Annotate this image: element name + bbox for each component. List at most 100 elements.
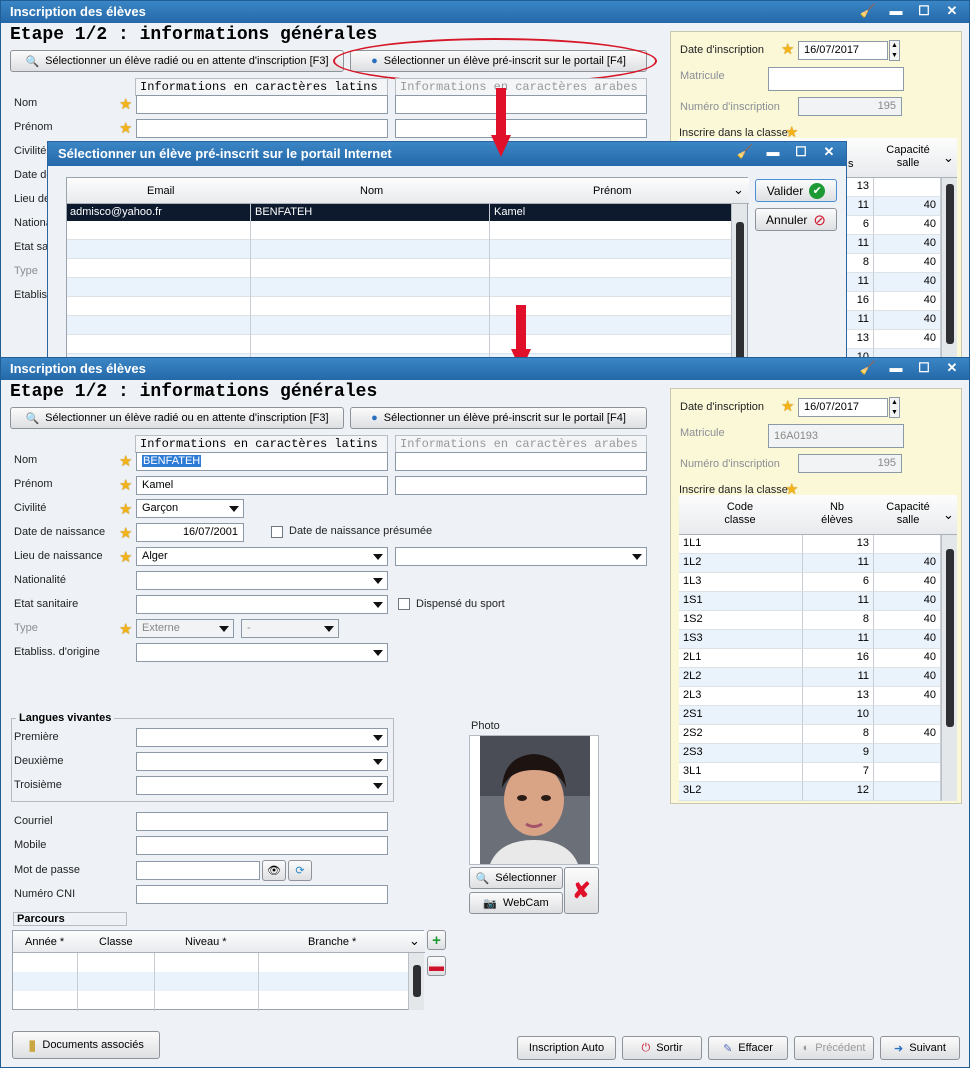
capacite-cell[interactable]: 40 xyxy=(874,630,941,649)
nationalite-select[interactable] xyxy=(136,571,388,590)
capacite-cell[interactable] xyxy=(874,706,941,725)
nb-eleves-cell[interactable]: 16 xyxy=(803,649,874,668)
classe-code-cell[interactable]: 2L3 xyxy=(679,687,803,706)
classe-code-cell[interactable]: 1L2 xyxy=(679,554,803,573)
classe-code-cell[interactable]: 1S3 xyxy=(679,630,803,649)
capacite-cell[interactable]: 40 xyxy=(874,216,941,235)
maximize-icon[interactable]: ☐ xyxy=(913,360,935,377)
classe-code-cell[interactable]: 1S1 xyxy=(679,592,803,611)
show-password-button[interactable]: 👁 xyxy=(262,860,286,881)
spin-icon[interactable]: ▲ ▼ xyxy=(889,397,900,418)
classe-code-cell[interactable]: 1L1 xyxy=(679,535,803,554)
suivant-button[interactable]: ➜ Suivant xyxy=(880,1036,960,1060)
lieu-arabe-select[interactable] xyxy=(395,547,647,566)
nom-field[interactable]: BENFATEH xyxy=(136,452,388,471)
classe-code-cell[interactable]: 2L2 xyxy=(679,668,803,687)
prenom-field[interactable] xyxy=(136,119,388,138)
capacite-cell[interactable] xyxy=(874,744,941,763)
capacite-cell[interactable] xyxy=(874,763,941,782)
close-icon[interactable]: ✕ xyxy=(941,360,963,377)
broom-icon[interactable]: 🧹 xyxy=(734,144,756,161)
nb-eleves-cell[interactable]: 13 xyxy=(803,687,874,706)
nb-eleves-cell[interactable]: 12 xyxy=(803,782,874,801)
prenom-arabe-field[interactable] xyxy=(395,119,647,138)
cni-field[interactable] xyxy=(136,885,388,904)
civilite-select[interactable]: Garçon xyxy=(136,499,244,518)
date-inscription-field[interactable]: 16/07/2017 xyxy=(798,398,888,417)
capacite-cell[interactable] xyxy=(874,535,941,554)
capacite-cell[interactable]: 40 xyxy=(874,592,941,611)
dialog-row-selected[interactable]: admisco@yahoo.fr BENFATEH Kamel xyxy=(67,204,731,221)
add-parcours-button[interactable]: + xyxy=(427,930,446,950)
maximize-icon[interactable]: ☐ xyxy=(913,3,935,20)
delete-photo-button[interactable]: ✘ xyxy=(564,867,599,914)
select-radie-button[interactable]: 🔍 Sélectionner un élève radié ou en atten… xyxy=(10,50,344,72)
column-chooser-icon[interactable]: ⌄ xyxy=(733,182,744,198)
broom-icon[interactable]: 🧹 xyxy=(857,360,879,377)
inscription-auto-button[interactable]: Inscription Auto xyxy=(517,1036,616,1060)
col-branche[interactable]: Branche * xyxy=(308,936,356,948)
nb-eleves-cell[interactable]: 11 xyxy=(803,630,874,649)
dialog-empty-row[interactable] xyxy=(67,316,731,335)
select-radie-button[interactable]: 🔍 Sélectionner un élève radié ou en atten… xyxy=(10,407,344,429)
capacite-cell[interactable]: 40 xyxy=(874,197,941,216)
col-annee[interactable]: Année * xyxy=(25,936,64,948)
classe-code-cell[interactable]: 3L1 xyxy=(679,763,803,782)
prenom-arabe-field[interactable] xyxy=(395,476,647,495)
close-icon[interactable]: ✕ xyxy=(818,144,840,161)
capacite-cell[interactable]: 40 xyxy=(874,292,941,311)
naissance-field[interactable]: 16/07/2001 xyxy=(136,523,244,542)
classe-scrollbar[interactable] xyxy=(941,178,957,357)
classe-code-cell[interactable]: 1L3 xyxy=(679,573,803,592)
date-inscription-field[interactable]: 16/07/2017 xyxy=(798,41,888,60)
capacite-cell[interactable]: 40 xyxy=(874,554,941,573)
nom-field[interactable] xyxy=(136,95,388,114)
dialog-empty-row[interactable] xyxy=(67,297,731,316)
column-chooser-icon[interactable]: ⌄ xyxy=(943,150,954,166)
etablissement-select[interactable] xyxy=(136,643,388,662)
capacite-cell[interactable]: 40 xyxy=(874,649,941,668)
lieu-select[interactable]: Alger xyxy=(136,547,388,566)
nb-eleves-cell[interactable]: 11 xyxy=(803,554,874,573)
capacite-cell[interactable] xyxy=(874,178,941,197)
col-nb[interactable]: Nb élèves xyxy=(817,501,857,527)
sortir-button[interactable]: ⏻ Sortir xyxy=(622,1036,702,1060)
dialog-scrollbar[interactable] xyxy=(731,204,747,360)
col-nom[interactable]: Nom xyxy=(360,185,383,197)
classe-code-cell[interactable]: 2S2 xyxy=(679,725,803,744)
deuxieme-select[interactable] xyxy=(136,752,388,771)
courriel-field[interactable] xyxy=(136,812,388,831)
capacite-cell[interactable]: 40 xyxy=(874,330,941,349)
minimize-icon[interactable]: ▬ xyxy=(762,144,784,161)
capacite-cell[interactable]: 40 xyxy=(874,611,941,630)
mdp-field[interactable] xyxy=(136,861,260,880)
capacite-cell[interactable]: 40 xyxy=(874,273,941,292)
nb-eleves-cell[interactable]: 11 xyxy=(803,592,874,611)
capacite-cell[interactable]: 40 xyxy=(874,668,941,687)
generate-password-button[interactable]: ⟳ xyxy=(288,860,312,881)
nb-eleves-cell[interactable]: 7 xyxy=(803,763,874,782)
dialog-empty-row[interactable] xyxy=(67,335,731,354)
nb-eleves-cell[interactable]: 9 xyxy=(803,744,874,763)
dialog-empty-row[interactable] xyxy=(67,278,731,297)
troisieme-select[interactable] xyxy=(136,776,388,795)
mobile-field[interactable] xyxy=(136,836,388,855)
col-capacite[interactable]: Capacité salle xyxy=(884,501,932,527)
capacite-cell[interactable]: 40 xyxy=(874,311,941,330)
close-icon[interactable]: ✕ xyxy=(941,3,963,20)
col-niveau[interactable]: Niveau * xyxy=(185,936,227,948)
sanitaire-select[interactable] xyxy=(136,595,388,614)
nom-arabe-field[interactable] xyxy=(395,452,647,471)
webcam-button[interactable]: 📷 WebCam xyxy=(469,892,563,914)
classe-code-cell[interactable]: 2S1 xyxy=(679,706,803,725)
classe-code-cell[interactable]: 2S3 xyxy=(679,744,803,763)
prenom-field[interactable]: Kamel xyxy=(136,476,388,495)
dispense-checkbox[interactable] xyxy=(398,598,410,610)
annuler-button[interactable]: Annuler ⊘ xyxy=(755,208,837,231)
parcours-scrollbar[interactable] xyxy=(408,953,424,1010)
dialog-empty-row[interactable] xyxy=(67,259,731,278)
maximize-icon[interactable]: ☐ xyxy=(790,144,812,161)
matricule-field[interactable] xyxy=(768,67,904,91)
broom-icon[interactable]: 🧹 xyxy=(857,3,879,20)
select-portail-button[interactable]: ● Sélectionner un élève pré-inscrit sur l… xyxy=(350,407,647,429)
